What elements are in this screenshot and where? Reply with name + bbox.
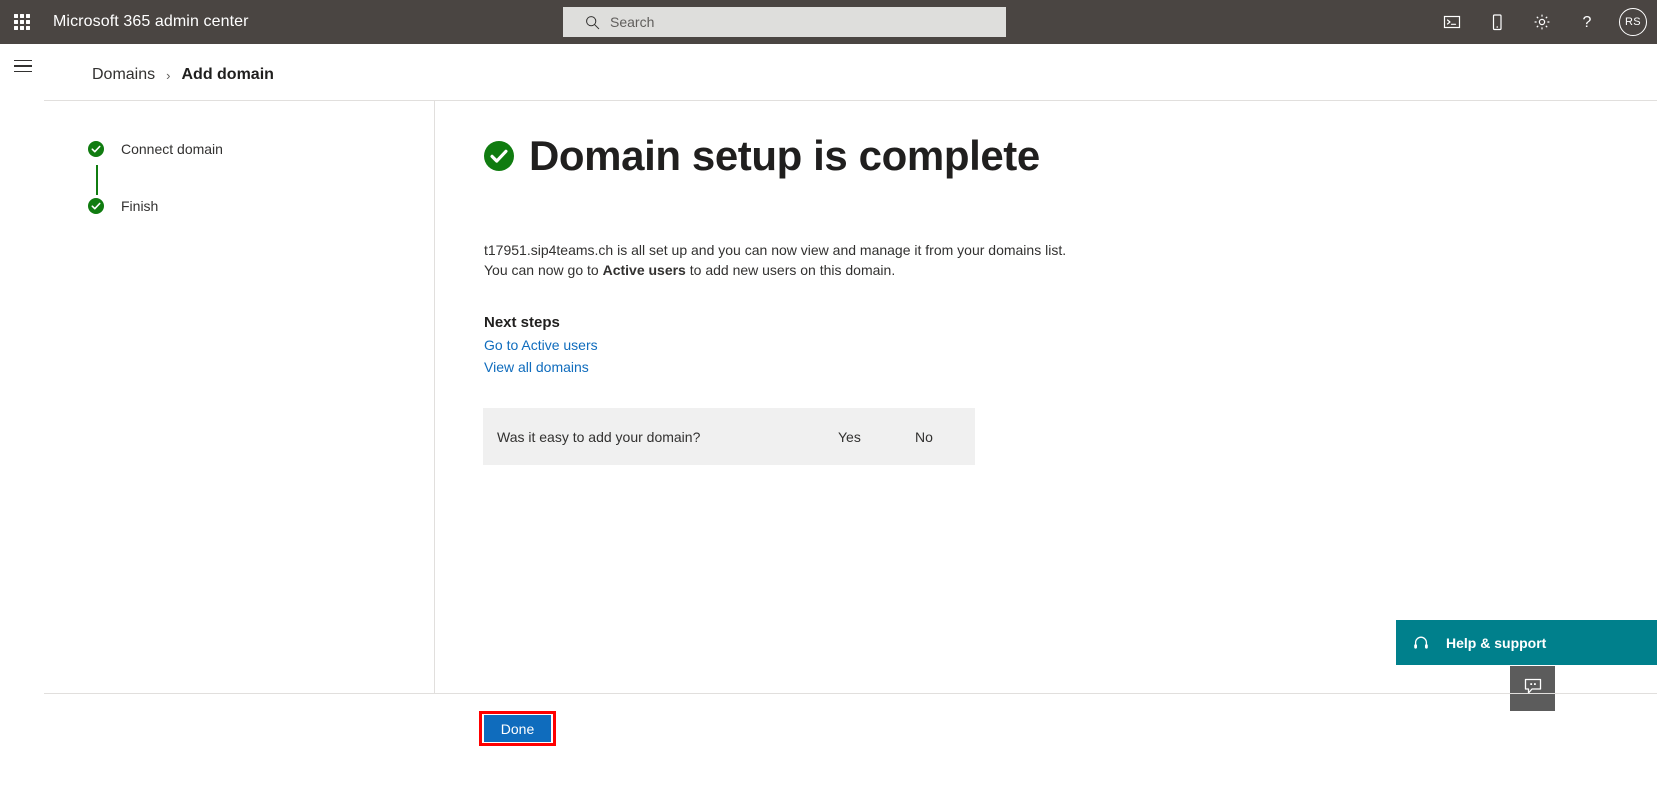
help-and-support-button[interactable]: Help & support	[1396, 620, 1657, 665]
main-content: Domain setup is complete t17951.sip4team…	[436, 101, 1657, 693]
account-manager-button[interactable]: RS	[1609, 0, 1657, 44]
step-connector	[96, 165, 98, 195]
suite-title: Microsoft 365 admin center	[53, 13, 249, 30]
svg-text:?: ?	[1582, 14, 1591, 31]
chevron-right-icon: ›	[166, 67, 171, 83]
survey-no-button[interactable]: No	[915, 429, 933, 445]
done-button[interactable]: Done	[484, 715, 551, 742]
wizard-steps-pane: Connect domain Finish	[44, 101, 435, 693]
active-users-emphasis: Active users	[602, 262, 686, 278]
completion-description-line-1: t17951.sip4teams.ch is all set up and yo…	[484, 240, 1066, 260]
wizard-step-label: Connect domain	[121, 141, 223, 157]
avatar: RS	[1619, 8, 1647, 36]
search-input[interactable]	[608, 8, 996, 36]
check-circle-icon	[484, 141, 514, 171]
search-box[interactable]	[563, 7, 1006, 37]
gear-icon[interactable]	[1519, 0, 1564, 44]
wizard-step-label: Finish	[121, 198, 159, 214]
completion-description-line-1-rest: is all set up and you can now view and m…	[613, 242, 1067, 258]
next-steps-heading: Next steps	[484, 314, 560, 331]
feedback-button[interactable]	[1510, 666, 1555, 711]
wizard-step-finish[interactable]: Finish	[88, 198, 158, 214]
app-launcher-button[interactable]	[0, 0, 44, 44]
line-2-suffix: to add new users on this domain.	[685, 262, 896, 278]
headset-icon	[1412, 634, 1430, 652]
hamburger-icon-line	[14, 59, 32, 62]
survey-question: Was it easy to add your domain?	[497, 428, 701, 445]
suite-actions: ? RS	[1429, 0, 1657, 44]
completion-description: t17951.sip4teams.ch is all set up and yo…	[484, 240, 1066, 280]
waffle-icon	[14, 14, 30, 30]
link-go-to-active-users[interactable]: Go to Active users	[484, 337, 598, 353]
check-circle-icon	[88, 141, 104, 157]
hamburger-icon-line	[14, 70, 32, 73]
link-view-all-domains[interactable]: View all domains	[484, 359, 589, 375]
domain-name: t17951.sip4teams.ch	[484, 242, 614, 258]
completion-description-line-2: You can now go to Active users to add ne…	[484, 260, 1066, 280]
line-2-prefix: You can now go to	[484, 262, 603, 278]
hamburger-icon-line	[14, 65, 32, 67]
breadcrumb-item-add-domain: Add domain	[181, 66, 274, 83]
wizard-step-connect-domain[interactable]: Connect domain	[88, 141, 223, 157]
suite-bar: Microsoft 365 admin center Search ? RS	[0, 0, 1657, 44]
footer-divider	[44, 693, 1657, 694]
next-steps-links: Go to Active users View all domains	[484, 337, 598, 375]
breadcrumb-item-domains[interactable]: Domains	[92, 66, 155, 84]
search-icon	[585, 15, 600, 30]
feedback-survey: Was it easy to add your domain? Yes No	[483, 408, 975, 465]
survey-yes-button[interactable]: Yes	[838, 429, 861, 445]
help-and-support-label: Help & support	[1446, 634, 1547, 651]
breadcrumb: Domains › Add domain	[92, 66, 274, 84]
help-icon[interactable]: ?	[1564, 0, 1609, 44]
check-circle-icon	[88, 198, 104, 214]
mobile-device-icon[interactable]	[1474, 0, 1519, 44]
page-title: Domain setup is complete	[484, 135, 1040, 177]
navigation-toggle-button[interactable]	[8, 52, 38, 80]
console-icon[interactable]	[1429, 0, 1474, 44]
feedback-chat-icon	[1522, 675, 1544, 702]
page-title-text: Domain setup is complete	[529, 132, 1040, 179]
